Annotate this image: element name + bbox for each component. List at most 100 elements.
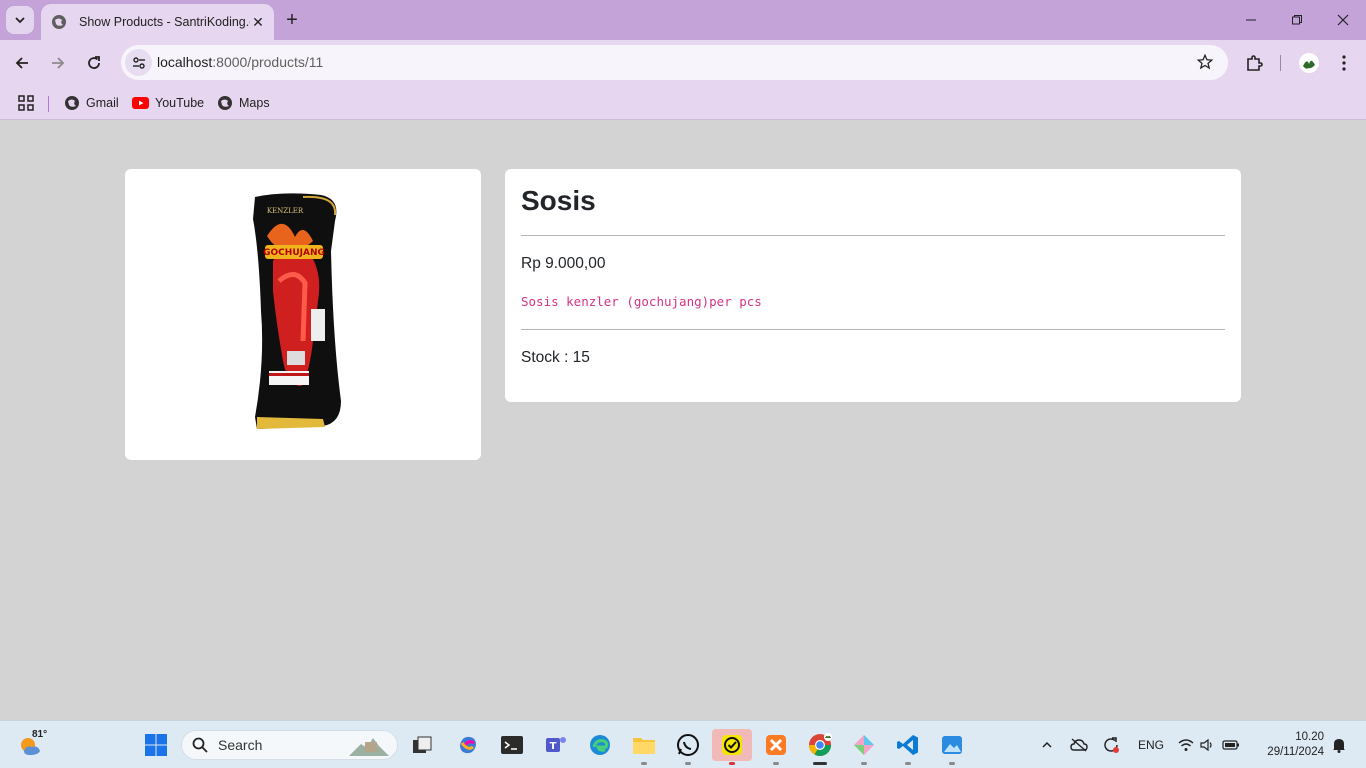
browser-tab-active[interactable]: Show Products - SantriKoding.c ✕ bbox=[41, 4, 274, 40]
bell-icon bbox=[1333, 739, 1345, 753]
sync-icon bbox=[1104, 737, 1119, 753]
whatsapp-button[interactable] bbox=[672, 729, 704, 765]
url-path: :8000/products/11 bbox=[212, 54, 324, 70]
close-window-button[interactable] bbox=[1320, 0, 1366, 40]
toolbar-divider bbox=[1280, 55, 1281, 71]
back-button[interactable] bbox=[8, 49, 36, 77]
battery-icon bbox=[1222, 740, 1239, 750]
extensions-button[interactable] bbox=[1240, 49, 1268, 77]
folder-icon bbox=[633, 738, 655, 754]
checklist-icon bbox=[722, 735, 742, 755]
bookmark-maps[interactable]: Maps bbox=[217, 92, 270, 114]
notifications-button[interactable] bbox=[1328, 729, 1350, 761]
divider bbox=[521, 329, 1225, 330]
divider bbox=[521, 235, 1225, 236]
chrome-icon bbox=[809, 733, 832, 756]
puzzle-icon bbox=[1247, 55, 1263, 71]
update-button[interactable] bbox=[1098, 729, 1124, 761]
tab-search-button[interactable] bbox=[6, 6, 34, 34]
clock-date: 29/11/2024 bbox=[1267, 746, 1324, 758]
teams-icon: T bbox=[546, 737, 566, 752]
globe-icon bbox=[218, 96, 232, 110]
profile-button[interactable] bbox=[1295, 49, 1323, 77]
running-indicator bbox=[641, 762, 647, 765]
diamond-app-icon bbox=[854, 735, 874, 755]
product-detail-card: Sosis Rp 9.000,00 Sosis kenzler (gochuja… bbox=[505, 169, 1241, 402]
running-indicator bbox=[861, 762, 867, 765]
restore-icon bbox=[1292, 15, 1302, 25]
tab-title: Show Products - SantriKoding.c bbox=[79, 15, 250, 29]
youtube-icon bbox=[132, 97, 149, 109]
app-pinned-button[interactable] bbox=[848, 729, 880, 765]
copilot-icon bbox=[460, 736, 476, 754]
new-tab-button[interactable]: + bbox=[280, 8, 304, 32]
copilot-button[interactable] bbox=[452, 729, 484, 761]
clock-time: 10.20 bbox=[1295, 731, 1324, 743]
start-button[interactable] bbox=[140, 729, 172, 761]
tune-icon bbox=[132, 56, 145, 69]
minimize-icon bbox=[1246, 19, 1256, 21]
quick-settings-button[interactable] bbox=[1174, 729, 1244, 761]
svg-text:T: T bbox=[550, 741, 557, 752]
close-tab-icon[interactable]: ✕ bbox=[250, 14, 266, 30]
more-vertical-icon bbox=[1342, 55, 1346, 71]
browser-tab-bar: Show Products - SantriKoding.c ✕ + bbox=[0, 0, 1366, 40]
bookmark-gmail[interactable]: Gmail bbox=[64, 92, 119, 114]
todo-app-button[interactable] bbox=[712, 729, 752, 765]
forward-button[interactable] bbox=[44, 49, 72, 77]
running-indicator bbox=[729, 762, 735, 765]
input-language[interactable]: ENG bbox=[1138, 738, 1164, 752]
edge-button[interactable] bbox=[584, 729, 616, 761]
photos-icon bbox=[942, 736, 962, 754]
apps-button[interactable] bbox=[18, 92, 40, 114]
product-price: Rp 9.000,00 bbox=[521, 255, 606, 272]
search-label: Search bbox=[218, 737, 263, 753]
url-text[interactable]: localhost:8000/products/11 bbox=[157, 54, 323, 70]
file-explorer-button[interactable] bbox=[628, 729, 660, 765]
bookmark-label: Maps bbox=[239, 96, 270, 110]
teams-button[interactable]: T bbox=[540, 729, 572, 761]
xampp-icon bbox=[766, 735, 786, 755]
vscode-button[interactable] bbox=[892, 729, 924, 765]
url-host: localhost bbox=[157, 54, 213, 70]
product-description: Sosis kenzler (gochujang)per pcs bbox=[521, 294, 762, 309]
photos-button[interactable] bbox=[936, 729, 968, 765]
edge-icon bbox=[590, 735, 610, 755]
apps-grid-icon bbox=[18, 95, 34, 111]
bookmark-star-button[interactable] bbox=[1196, 53, 1214, 76]
minimize-button[interactable] bbox=[1228, 0, 1274, 40]
running-indicator bbox=[949, 762, 955, 765]
running-indicator bbox=[813, 762, 827, 765]
address-bar[interactable]: localhost:8000/products/11 bbox=[121, 45, 1228, 80]
product-image: KENZLER GOCHUJANG bbox=[253, 193, 341, 429]
cloud-off-icon bbox=[1070, 738, 1088, 752]
search-icon bbox=[192, 737, 208, 753]
browser-menu-button[interactable] bbox=[1330, 49, 1358, 77]
avatar bbox=[1299, 53, 1319, 73]
clock[interactable]: 10.20 29/11/2024 bbox=[1267, 730, 1324, 760]
bookmarks-bar: Gmail YouTube Maps bbox=[0, 86, 1366, 120]
star-icon bbox=[1196, 53, 1214, 70]
reload-button[interactable] bbox=[80, 49, 108, 77]
restore-button[interactable] bbox=[1274, 0, 1320, 40]
chrome-button[interactable] bbox=[804, 729, 836, 765]
globe-icon bbox=[65, 96, 79, 110]
product-title: Sosis bbox=[521, 185, 596, 216]
arrow-right-icon bbox=[52, 57, 65, 69]
show-hidden-icons-button[interactable] bbox=[1034, 729, 1060, 761]
bookmarks-divider bbox=[48, 96, 49, 112]
globe-icon bbox=[52, 15, 66, 29]
taskbar-search[interactable]: Search bbox=[181, 730, 398, 760]
terminal-icon bbox=[501, 736, 523, 754]
xampp-button[interactable] bbox=[760, 729, 792, 765]
terminal-button[interactable] bbox=[496, 729, 528, 761]
whatsapp-icon bbox=[677, 734, 699, 756]
arrow-left-icon bbox=[15, 57, 28, 69]
wifi-icon bbox=[1178, 739, 1194, 751]
task-view-button[interactable] bbox=[406, 729, 438, 761]
bookmark-label: Gmail bbox=[86, 96, 119, 110]
site-info-button[interactable] bbox=[125, 49, 152, 76]
bookmark-youtube[interactable]: YouTube bbox=[132, 92, 204, 114]
running-indicator bbox=[905, 762, 911, 765]
onedrive-button[interactable] bbox=[1066, 729, 1092, 761]
